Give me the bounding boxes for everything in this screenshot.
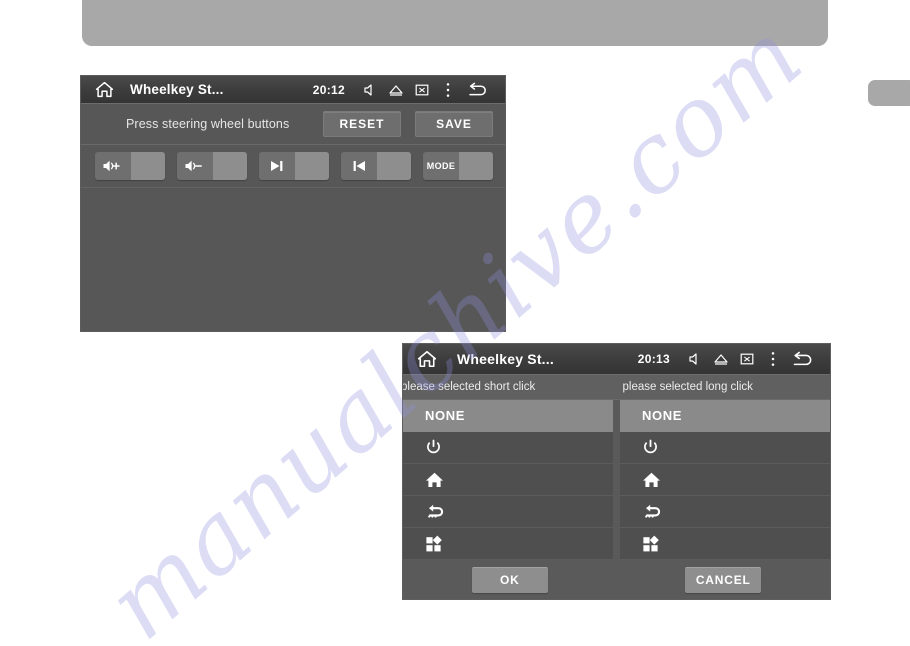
short-click-header: please selected short click bbox=[403, 381, 536, 393]
volume-down-icon bbox=[177, 152, 213, 180]
mute-speaker-icon[interactable] bbox=[357, 83, 383, 97]
panel1-action-buttons: RESET SAVE bbox=[323, 111, 505, 137]
list-item[interactable] bbox=[403, 432, 613, 464]
key-volume-up-slot bbox=[131, 152, 165, 180]
list-item[interactable]: NONE bbox=[620, 400, 830, 432]
press-wheel-row: Press steering wheel buttons RESET SAVE bbox=[81, 104, 505, 145]
next-track-icon bbox=[259, 152, 295, 180]
home-filled-icon bbox=[425, 471, 444, 489]
panel1-titlebar: Wheelkey St... 20:12 bbox=[81, 76, 505, 104]
back-dotted-icon bbox=[642, 503, 663, 521]
key-mode-slot bbox=[459, 152, 493, 180]
right-edge-tab bbox=[868, 80, 910, 106]
back-arrow-icon[interactable] bbox=[786, 351, 820, 368]
column-headers: please selected short click please selec… bbox=[403, 375, 830, 400]
reset-button[interactable]: RESET bbox=[323, 111, 401, 137]
key-prev-track[interactable] bbox=[341, 152, 411, 180]
list-item[interactable] bbox=[403, 528, 613, 560]
press-wheel-hint: Press steering wheel buttons bbox=[126, 117, 290, 131]
option-label: NONE bbox=[642, 408, 682, 423]
key-next-track-slot bbox=[295, 152, 329, 180]
key-mode[interactable]: MODE bbox=[423, 152, 493, 180]
screen-off-icon[interactable] bbox=[734, 352, 760, 366]
eject-icon[interactable] bbox=[708, 352, 734, 366]
panel1-clock: 20:12 bbox=[312, 82, 345, 97]
option-label: NONE bbox=[425, 408, 465, 423]
panel2-titlebar: Wheelkey St... 20:13 bbox=[403, 344, 830, 375]
ok-button[interactable]: OK bbox=[471, 567, 548, 593]
panel1-status-icons: 20:12 bbox=[313, 82, 505, 98]
home-outline-icon[interactable] bbox=[417, 350, 437, 368]
back-arrow-icon[interactable] bbox=[461, 82, 495, 98]
panel2-status-icons: 20:13 bbox=[638, 351, 830, 368]
key-next-track[interactable] bbox=[259, 152, 329, 180]
cancel-button[interactable]: CANCEL bbox=[685, 567, 762, 593]
key-mode-label: MODE bbox=[426, 161, 456, 171]
key-prev-track-slot bbox=[377, 152, 411, 180]
list-item[interactable] bbox=[620, 528, 830, 560]
wheelkey-study-panel: Wheelkey St... 20:12 Press steering whee… bbox=[81, 76, 505, 331]
power-icon bbox=[425, 439, 442, 457]
cancel-button-wrap: CANCEL bbox=[617, 567, 831, 593]
mute-speaker-icon[interactable] bbox=[682, 352, 708, 366]
panel2-clock: 20:13 bbox=[637, 352, 670, 366]
prev-track-icon bbox=[341, 152, 377, 180]
long-click-header: please selected long click bbox=[622, 381, 753, 393]
save-button[interactable]: SAVE bbox=[415, 111, 493, 137]
key-volume-up[interactable] bbox=[95, 152, 165, 180]
volume-up-icon bbox=[95, 152, 131, 180]
short-click-list: NONE bbox=[403, 400, 613, 560]
steering-key-row: MODE bbox=[81, 145, 505, 188]
list-item[interactable] bbox=[403, 496, 613, 528]
list-item[interactable] bbox=[620, 496, 830, 528]
option-columns: NONE NONE bbox=[403, 400, 830, 560]
click-assign-dialog: Wheelkey St... 20:13 please selected sho… bbox=[403, 344, 830, 599]
apps-grid-icon bbox=[425, 535, 444, 553]
overflow-menu-icon[interactable] bbox=[760, 351, 786, 367]
list-item[interactable] bbox=[620, 432, 830, 464]
apps-grid-icon bbox=[642, 535, 661, 553]
screen-off-icon[interactable] bbox=[409, 83, 435, 97]
eject-icon[interactable] bbox=[383, 83, 409, 97]
key-volume-down-slot bbox=[213, 152, 247, 180]
long-click-list: NONE bbox=[620, 400, 830, 560]
key-volume-down[interactable] bbox=[177, 152, 247, 180]
list-item[interactable] bbox=[620, 464, 830, 496]
top-page-banner bbox=[82, 0, 828, 46]
panel2-title: Wheelkey St... bbox=[457, 351, 554, 367]
panel1-title: Wheelkey St... bbox=[130, 82, 224, 97]
dialog-actions: OK CANCEL bbox=[403, 560, 830, 599]
overflow-menu-icon[interactable] bbox=[435, 82, 461, 98]
list-item[interactable]: NONE bbox=[403, 400, 613, 432]
home-filled-icon bbox=[642, 471, 661, 489]
power-icon bbox=[642, 439, 659, 457]
list-item[interactable] bbox=[403, 464, 613, 496]
back-dotted-icon bbox=[425, 503, 446, 521]
home-outline-icon[interactable] bbox=[95, 81, 114, 98]
ok-button-wrap: OK bbox=[403, 567, 617, 593]
mode-text-icon: MODE bbox=[423, 152, 459, 180]
